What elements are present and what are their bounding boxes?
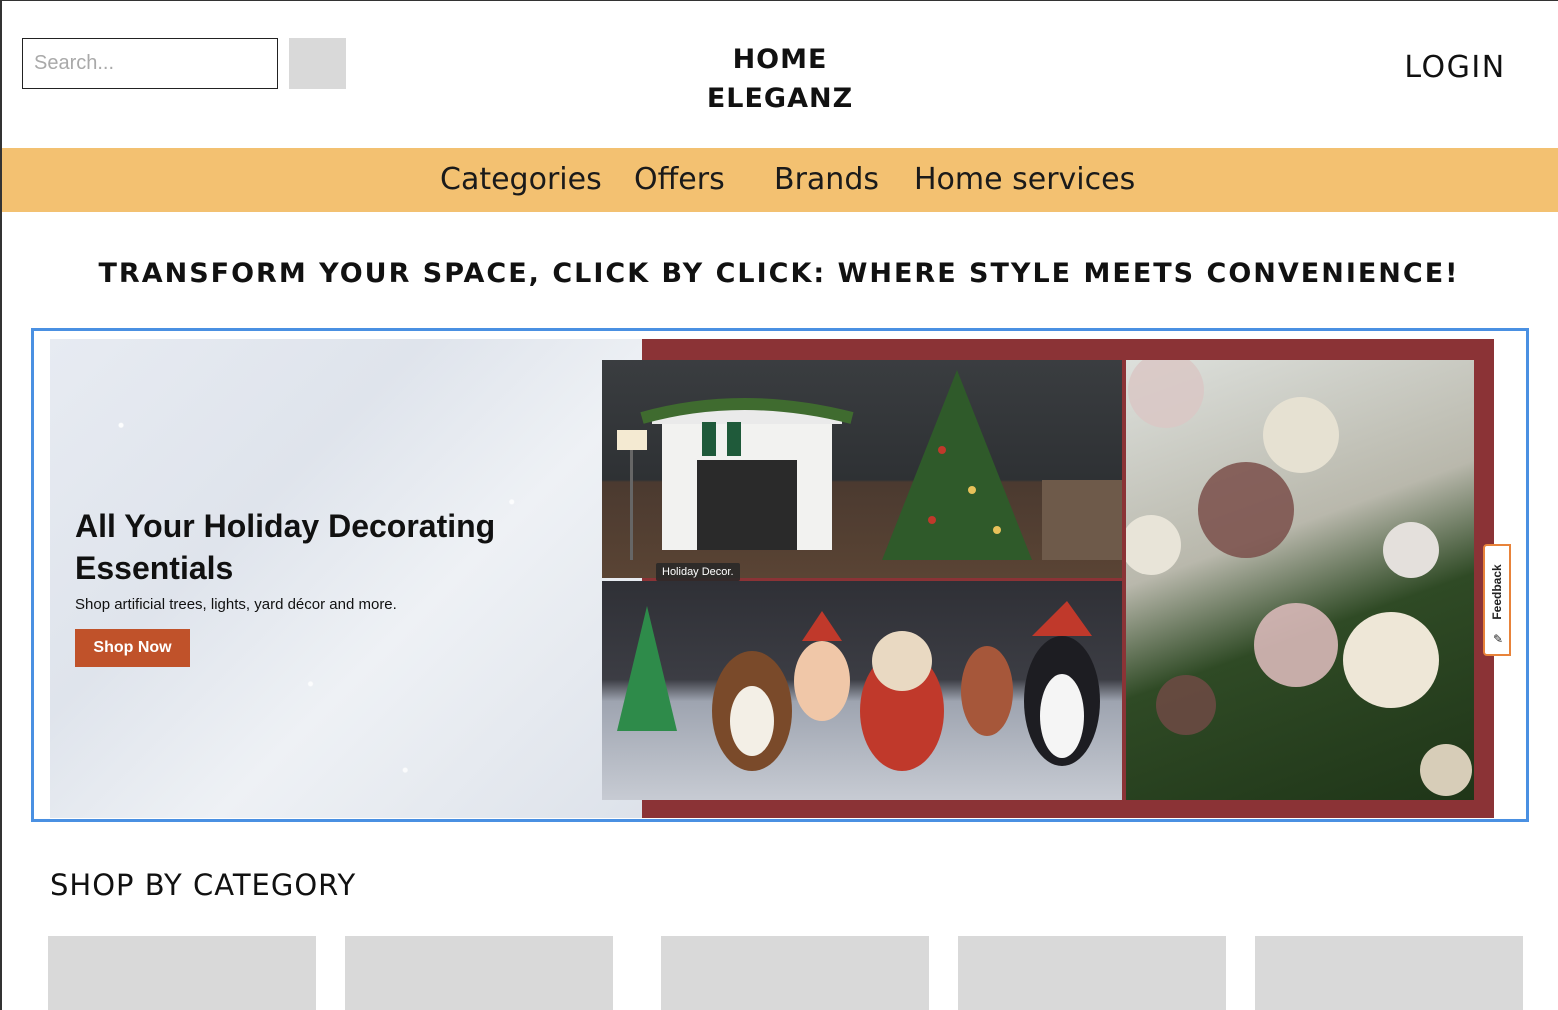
ornament-shape <box>1263 397 1339 473</box>
category-tile[interactable] <box>345 936 613 1010</box>
nav-item-offers[interactable]: Offers <box>634 162 725 197</box>
brand-logo[interactable]: HOME ELEGANZ <box>680 40 880 118</box>
brand-line-1: HOME <box>732 44 828 75</box>
elf-hat-shape <box>802 611 842 641</box>
ornament-dot <box>993 526 1001 534</box>
login-link[interactable]: LOGIN <box>1380 50 1530 85</box>
search-input[interactable] <box>22 38 278 89</box>
chipmunk-head-shape <box>872 631 932 691</box>
nav-item-brands[interactable]: Brands <box>774 162 879 197</box>
ornament-shape <box>1343 612 1439 708</box>
tagline: TRANSFORM YOUR SPACE, CLICK BY CLICK: WH… <box>98 258 1460 289</box>
moose-belly-shape <box>730 686 774 756</box>
inflatable-reindeer-shape <box>961 646 1013 736</box>
nav-item-home-services[interactable]: Home services <box>914 162 1135 197</box>
nav-item-categories[interactable]: Categories <box>440 162 602 197</box>
site-header: HOME ELEGANZ LOGIN <box>0 0 1558 148</box>
search-button[interactable] <box>289 38 346 89</box>
ornament-shape <box>1128 360 1204 428</box>
armchair-shape <box>1042 480 1122 560</box>
inflatable-elf-shape <box>794 641 850 721</box>
penguin-belly-shape <box>1040 674 1084 758</box>
hero-banner[interactable]: All Your Holiday Decorating Essentials S… <box>50 339 1526 818</box>
stocking-2-shape <box>727 422 741 456</box>
ornament-dot <box>968 486 976 494</box>
lamp-shade-shape <box>617 430 647 450</box>
feedback-icon: ✎ <box>1492 632 1504 646</box>
penguin-hat-shape <box>1032 601 1092 636</box>
flower-shape <box>1156 675 1216 735</box>
category-tile[interactable] <box>48 936 316 1010</box>
inflatables-illustration <box>617 601 1100 771</box>
flower-shape <box>1198 462 1294 558</box>
ornament-shape <box>1126 515 1181 575</box>
fireplace-opening-shape <box>697 460 797 550</box>
ornaments-illustration <box>1126 360 1472 796</box>
lamp-stand-shape <box>630 450 633 560</box>
photo-caption: Holiday Decor. <box>656 563 740 581</box>
ornament-shape <box>1420 744 1472 796</box>
christmas-tree-shape <box>882 370 1032 560</box>
feedback-tab[interactable]: Feedback ✎ <box>1483 544 1511 656</box>
ornament-shape <box>1383 522 1439 578</box>
ornament-dot <box>938 446 946 454</box>
section-title-shop-by-category: SHOP BY CATEGORY <box>50 868 357 902</box>
shop-now-button[interactable]: Shop Now <box>75 629 190 667</box>
inflatable-tree-shape <box>617 606 677 731</box>
banner-title: All Your Holiday Decorating Essentials <box>75 508 496 586</box>
ornaments-photo[interactable] <box>1126 360 1474 800</box>
category-tile[interactable] <box>958 936 1226 1010</box>
category-tile[interactable] <box>661 936 929 1010</box>
ornament-dot <box>928 516 936 524</box>
stocking-1-shape <box>702 422 716 456</box>
ornament-shape <box>1254 603 1338 687</box>
living-room-photo[interactable] <box>602 360 1122 578</box>
feedback-label: Feedback <box>1490 564 1504 620</box>
brand-line-2: ELEGANZ <box>706 83 854 114</box>
living-room-illustration <box>617 370 1122 560</box>
category-tile[interactable] <box>1255 936 1523 1010</box>
banner-subtitle: Shop artificial trees, lights, yard déco… <box>75 596 397 613</box>
main-nav: Categories Offers Brands Home services <box>2 148 1558 212</box>
inflatables-photo[interactable] <box>602 581 1122 800</box>
